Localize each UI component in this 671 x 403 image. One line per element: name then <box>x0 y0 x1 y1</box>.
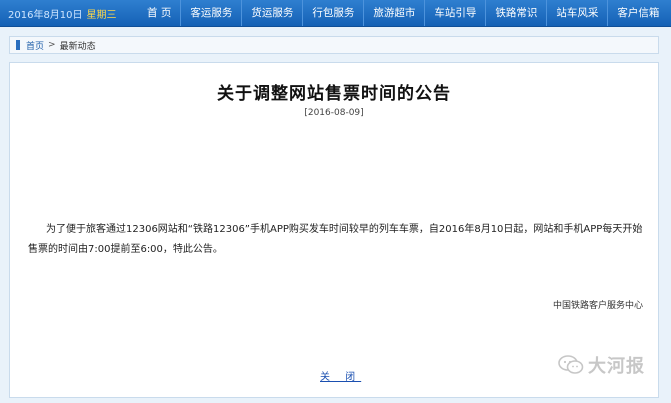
breadcrumb-separator: > <box>48 40 56 50</box>
article-date: [2016-08-09] <box>304 108 364 118</box>
date-text: 2016年8月10日 <box>8 9 83 21</box>
weekday-text: 星期三 <box>86 9 117 21</box>
wechat-icon <box>558 355 584 374</box>
main-nav: 首 页 客运服务 货运服务 行包服务 旅游超市 车站引导 铁路常识 站车风采 客… <box>133 0 668 26</box>
nav-home[interactable]: 首 页 <box>133 0 180 26</box>
nav-passenger-service[interactable]: 客运服务 <box>180 0 241 26</box>
nav-station-style[interactable]: 站车风采 <box>546 0 607 26</box>
breadcrumb-home-link[interactable]: 首页 <box>26 39 44 52</box>
nav-freight-service[interactable]: 货运服务 <box>241 0 302 26</box>
article-title: 关于调整网站售票时间的公告 <box>217 84 451 104</box>
article-panel: 关于调整网站售票时间的公告 [2016-08-09] 为了便于旅客通过12306… <box>9 62 659 398</box>
nav-luggage-service[interactable]: 行包服务 <box>302 0 363 26</box>
article-signature: 中国铁路客户服务中心 <box>552 301 643 311</box>
watermark: 大河报 <box>558 352 645 378</box>
nav-station-guide[interactable]: 车站引导 <box>424 0 485 26</box>
nav-railway-knowledge[interactable]: 铁路常识 <box>485 0 546 26</box>
breadcrumb-marker-icon <box>16 40 20 50</box>
current-date: 2016年8月10日 星期三 <box>0 6 133 21</box>
watermark-text: 大河报 <box>588 356 645 377</box>
close-link[interactable]: 关 闭 <box>320 368 361 383</box>
nav-customer-mailbox[interactable]: 客户信箱 <box>607 0 668 26</box>
breadcrumb: 首页 > 最新动态 <box>9 36 659 54</box>
nav-travel-market[interactable]: 旅游超市 <box>363 0 424 26</box>
breadcrumb-current: 最新动态 <box>59 41 96 52</box>
article-body: 为了便于旅客通过12306网站和“铁路12306”手机APP购买发车时间较早的列… <box>28 224 643 255</box>
top-nav-bar: 2016年8月10日 星期三 首 页 客运服务 货运服务 行包服务 旅游超市 车站… <box>0 0 671 27</box>
